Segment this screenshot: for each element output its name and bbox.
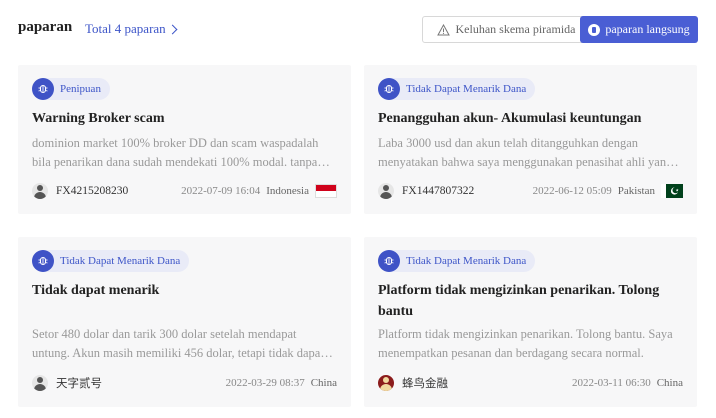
username: FX1447807322 [402,185,475,197]
shield-bug-icon [378,78,400,100]
username: FX4215208230 [56,185,129,197]
card-meta: 蜂鸟金融 2022-03-11 06:30 China [378,373,683,393]
avatar [32,183,48,199]
card-title: Warning Broker scam [32,111,165,126]
category-tag: Penipuan [32,78,110,100]
avatar [378,375,394,391]
username: 蜂鸟金融 [402,378,448,390]
country: China [310,377,337,389]
report-card[interactable]: Tidak Dapat Menarik Dana Tidak dapat men… [18,237,351,407]
page-title: paparan [18,19,73,35]
page-header: paparan Total 4 paparan Keluhan skema pi… [18,14,698,44]
timestamp: 2022-03-11 06:30 [571,377,651,389]
card-title: Penangguhan akun- Akumulasi keuntungan [378,111,642,126]
chevron-right-icon [167,24,178,34]
report-card[interactable]: Tidak Dapat Menarik Dana Penangguhan aku… [364,65,697,214]
country: Indonesia [266,185,309,197]
card-description: Laba 3000 usd dan akun telah ditangguhka… [378,136,679,169]
category-tag: Tidak Dapat Menarik Dana [32,250,190,272]
timestamp: 2022-03-29 08:37 [225,377,305,389]
card-title: Platform tidak mengizinkan penarikan. To… [378,283,660,319]
card-description: Setor 480 dolar dan tarik 300 dolar sete… [32,327,333,360]
card-description: dominion market 100% broker DD dan scam … [32,136,330,169]
shield-bug-icon [32,78,54,100]
card-title: Tidak dapat menarik [32,283,160,298]
timestamp: 2022-06-12 05:09 [532,185,612,197]
pyramid-complaint-button[interactable]: Keluhan skema piramida [422,16,590,43]
card-meta: FX1447807322 2022-06-12 05:09 Pakistan [378,181,683,201]
avatar [32,375,48,391]
category-tag-label: Tidak Dapat Menarik Dana [406,255,527,267]
total-link-label: Total 4 paparan [85,21,166,36]
timestamp: 2022-07-09 16:04 [181,185,261,197]
direct-report-button[interactable]: paparan langsung [580,16,698,43]
category-tag-label: Tidak Dapat Menarik Dana [60,255,181,267]
category-tag-label: Tidak Dapat Menarik Dana [406,83,527,95]
pyramid-complaint-label: Keluhan skema piramida [455,22,576,36]
total-link[interactable]: Total 4 paparan [85,21,178,37]
country: Pakistan [617,185,655,197]
category-tag: Tidak Dapat Menarik Dana [378,250,536,272]
card-meta: 天字贰号 2022-03-29 08:37 China [32,373,337,393]
shield-bug-icon [32,250,54,272]
report-card[interactable]: Tidak Dapat Menarik Dana Platform tidak … [364,237,697,407]
indonesia-flag-icon [315,184,337,198]
warning-icon [436,23,450,35]
card-meta: FX4215208230 2022-07-09 16:04 Indonesia [32,181,337,201]
report-card[interactable]: Penipuan Warning Broker scam dominion ma… [18,65,351,214]
username: 天字贰号 [56,378,102,390]
category-tag-label: Penipuan [60,83,101,95]
card-description: Platform tidak mengizinkan penarikan. To… [378,327,673,360]
pakistan-flag-icon [661,184,683,198]
category-tag: Tidak Dapat Menarik Dana [378,78,536,100]
direct-report-label: paparan langsung [605,22,690,36]
report-icon [588,23,601,36]
shield-bug-icon [378,250,400,272]
country: China [656,377,683,389]
avatar [378,183,394,199]
